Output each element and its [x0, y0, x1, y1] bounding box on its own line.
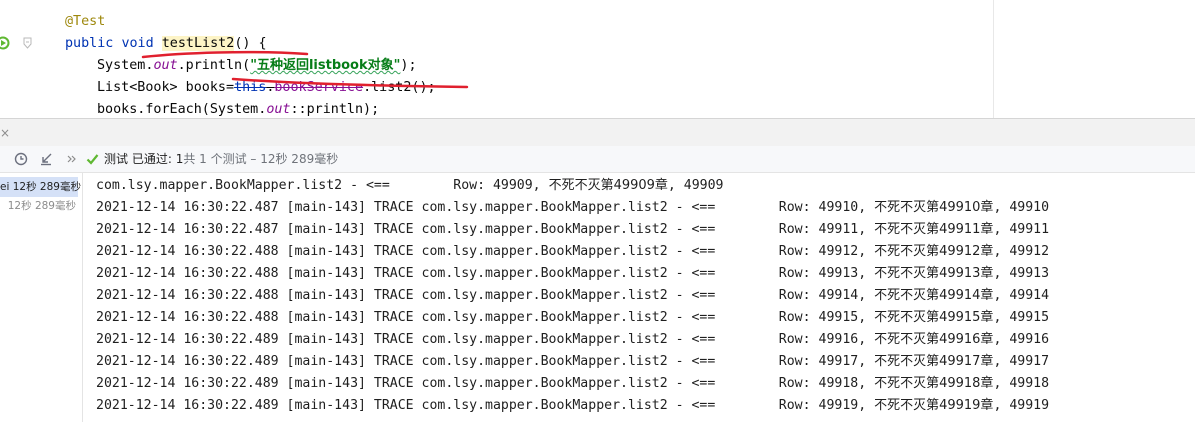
- log-id: , 49913: [993, 266, 1050, 281]
- close-icon[interactable]: ×: [0, 127, 10, 139]
- code-line-annotation[interactable]: @Test: [65, 11, 105, 33]
- token-println: .println(: [177, 58, 251, 73]
- status-label: 测试 已通过:: [104, 152, 176, 166]
- log-prefix: 2021-12-14 16:30:22.489 [main-143] TRACE…: [96, 398, 875, 413]
- code-editor[interactable]: @Test public void testList2() { System.o…: [0, 0, 1195, 118]
- log-id: , 49919: [993, 398, 1050, 413]
- log-id: , 49914: [993, 288, 1050, 303]
- token-close: );: [400, 58, 417, 73]
- log-id: , 49917: [993, 354, 1050, 369]
- test-runner-toolbar: 测试 已通过: 1共 1 个测试 – 12秒 289毫秒: [0, 146, 1195, 173]
- log-title: 不死不灭第49911章: [874, 222, 994, 237]
- check-icon: [86, 151, 99, 167]
- annotation-token: @Test: [65, 14, 106, 29]
- token-println-ref: ::println);: [290, 102, 380, 117]
- log-title: 不死不灭第49916章: [874, 332, 994, 347]
- log-text: com.lsy.mapper.BookMapper.list2 - <== Ro…: [96, 178, 549, 193]
- console-line: 2021-12-14 16:30:22.487 [main-143] TRACE…: [96, 197, 1049, 219]
- console-line: 2021-12-14 16:30:22.489 [main-143] TRACE…: [96, 395, 1049, 417]
- log-title: 不死不灭第49919章: [874, 398, 994, 413]
- test-tree-row-selected[interactable]: ei 12秒 289毫秒: [0, 177, 81, 197]
- test-status-text: 测试 已通过: 1共 1 个测试 – 12秒 289毫秒: [104, 151, 338, 167]
- log-id: , 49918: [993, 376, 1050, 391]
- console-line: 2021-12-14 16:30:22.487 [main-143] TRACE…: [96, 219, 1049, 241]
- code-line-books-declaration[interactable]: List<Book> books=this.bookService.list2(…: [97, 77, 436, 99]
- token-bookservice: bookService: [274, 80, 364, 95]
- log-id: , 49910: [993, 200, 1050, 215]
- test-tree-row[interactable]: 12秒 289毫秒: [0, 196, 78, 216]
- log-prefix: 2021-12-14 16:30:22.488 [main-143] TRACE…: [96, 288, 875, 303]
- token-foreach: books.forEach(System.: [97, 102, 267, 117]
- log-title: 不死不灭第49917章: [874, 354, 994, 369]
- log-id: , 49912: [993, 244, 1050, 259]
- right-margin-guide: [993, 0, 994, 118]
- console-output[interactable]: com.lsy.mapper.BookMapper.list2 - <== Ro…: [84, 173, 1195, 422]
- log-prefix: 2021-12-14 16:30:22.487 [main-143] TRACE…: [96, 200, 875, 215]
- test-tree: ei 12秒 289毫秒 12秒 289毫秒: [0, 173, 83, 422]
- console-line: 2021-12-14 16:30:22.488 [main-143] TRACE…: [96, 285, 1049, 307]
- console-line: 2021-12-14 16:30:22.489 [main-143] TRACE…: [96, 329, 1049, 351]
- keyword-this: this: [234, 80, 267, 95]
- test-history-icon[interactable]: [14, 151, 28, 167]
- token-list-decl: List<Book> books=: [97, 80, 235, 95]
- log-prefix: 2021-12-14 16:30:22.489 [main-143] TRACE…: [96, 354, 875, 369]
- log-title: 不死不灭第49918章: [874, 376, 994, 391]
- chevron-double-right-icon[interactable]: [66, 151, 78, 167]
- keyword-public: public: [65, 36, 114, 51]
- console-line: 2021-12-14 16:30:22.489 [main-143] TRACE…: [96, 373, 1049, 395]
- log-prefix: 2021-12-14 16:30:22.487 [main-143] TRACE…: [96, 222, 875, 237]
- code-line-method-signature[interactable]: public void testList2() {: [65, 33, 267, 55]
- log-id: , 49909: [667, 178, 724, 193]
- keyword-void: void: [121, 36, 154, 51]
- fold-marker-icon[interactable]: [23, 37, 32, 49]
- token-system: System.: [97, 58, 154, 73]
- console-line: 2021-12-14 16:30:22.488 [main-143] TRACE…: [96, 263, 1049, 285]
- log-prefix: 2021-12-14 16:30:22.488 [main-143] TRACE…: [96, 266, 875, 281]
- log-id: , 49916: [993, 332, 1050, 347]
- code-line-foreach[interactable]: books.forEach(System.out::println);: [97, 99, 379, 118]
- log-prefix: 2021-12-14 16:30:22.489 [main-143] TRACE…: [96, 376, 875, 391]
- run-gutter-icon[interactable]: [0, 36, 10, 50]
- token-list2-call: .list2();: [363, 80, 436, 95]
- token-out: out: [153, 58, 178, 73]
- code-line-println[interactable]: System.out.println("五种返回listbook对象");: [97, 55, 417, 77]
- log-prefix: 2021-12-14 16:30:22.488 [main-143] TRACE…: [96, 244, 875, 259]
- editor-gutter: [0, 0, 48, 118]
- log-prefix: 2021-12-14 16:30:22.489 [main-143] TRACE…: [96, 332, 875, 347]
- log-prefix: 2021-12-14 16:30:22.488 [main-143] TRACE…: [96, 310, 875, 325]
- log-title: 不死不灭第49914章: [874, 288, 994, 303]
- log-title: 不死不灭第49909章: [548, 178, 668, 193]
- status-detail: 共 1 个测试 – 12秒 289毫秒: [183, 152, 339, 166]
- log-id: , 49911: [993, 222, 1050, 237]
- run-panel-header: ×: [0, 118, 1195, 146]
- method-name: testList2: [161, 36, 235, 51]
- signature-rest: () {: [234, 36, 267, 51]
- log-id: , 49915: [993, 310, 1050, 325]
- import-tests-icon[interactable]: [39, 151, 53, 167]
- log-title: 不死不灭第49910章: [874, 200, 994, 215]
- log-title: 不死不灭第49912章: [874, 244, 994, 259]
- string-literal: "五种返回listbook对象": [250, 58, 401, 73]
- log-title: 不死不灭第49915章: [874, 310, 994, 325]
- console-line: 2021-12-14 16:30:22.489 [main-143] TRACE…: [96, 351, 1049, 373]
- console-line: 2021-12-14 16:30:22.488 [main-143] TRACE…: [96, 307, 1049, 329]
- console-line: com.lsy.mapper.BookMapper.list2 - <== Ro…: [96, 175, 724, 197]
- console-line: 2021-12-14 16:30:22.488 [main-143] TRACE…: [96, 241, 1049, 263]
- log-title: 不死不灭第49913章: [874, 266, 994, 281]
- token-out-2: out: [266, 102, 291, 117]
